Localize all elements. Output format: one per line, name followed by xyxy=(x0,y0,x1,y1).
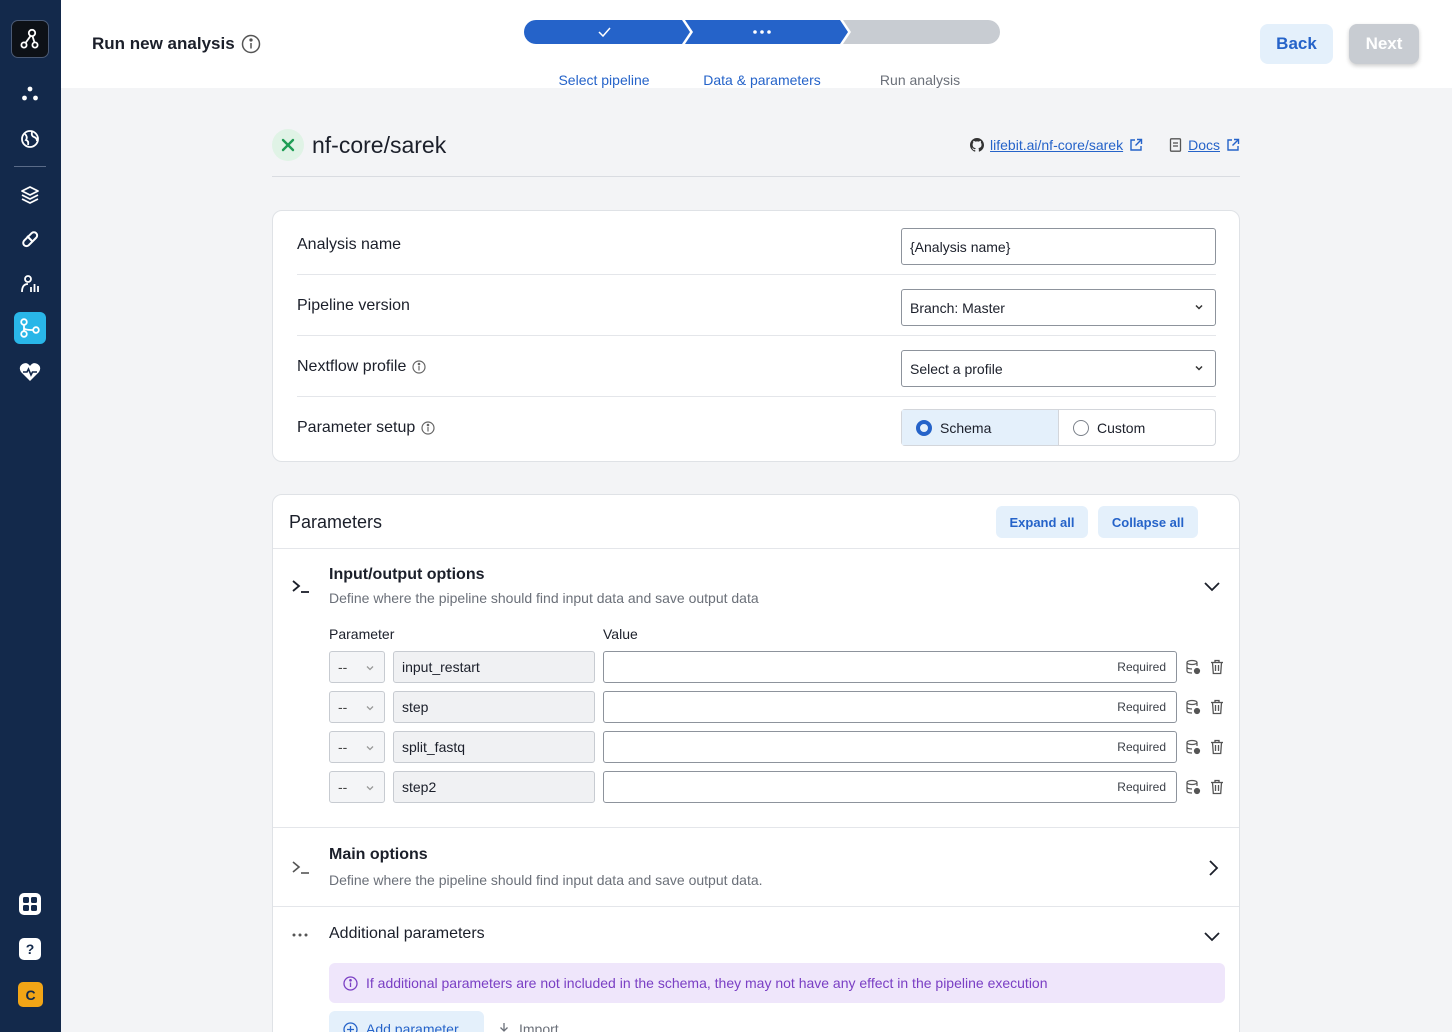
info-circle-icon xyxy=(343,975,358,991)
pipeline-version-select[interactable]: Branch: Master xyxy=(901,289,1216,326)
help-icon: ? xyxy=(19,938,41,960)
external-link-icon[interactable] xyxy=(1226,138,1240,152)
import-button[interactable]: Import xyxy=(497,1011,559,1032)
pipeline-version-label: Pipeline version xyxy=(297,297,410,314)
nodes-icon xyxy=(22,86,38,101)
progress-stepper: Select pipeline Data & parameters Run an… xyxy=(524,20,1000,88)
info-notice: If additional parameters are not include… xyxy=(329,963,1225,1003)
user-avatar[interactable]: C xyxy=(18,982,43,1007)
svg-text:?: ? xyxy=(26,941,35,957)
pipeline-name: nf-core/sarek xyxy=(312,132,447,158)
nf-core-icon xyxy=(281,138,295,152)
parameters-card: Parameters Expand all Collapse all Input… xyxy=(272,494,1240,1032)
radio-unchecked-icon xyxy=(1073,419,1089,436)
section-additional-parameters: Additional parameters If additional para… xyxy=(273,495,1239,1032)
parameter-setup-radio-group: Schema Custom xyxy=(901,409,1216,446)
next-button[interactable]: Next xyxy=(1349,24,1419,64)
pipeline-version-row: Pipeline version Branch: Master xyxy=(297,275,1216,336)
sidebar-item-layers[interactable] xyxy=(14,179,46,211)
nextflow-profile-select[interactable]: Select a profile xyxy=(901,350,1216,387)
section-title[interactable]: Additional parameters xyxy=(329,925,485,943)
parameter-setup-label: Parameter setup xyxy=(297,419,435,437)
analysis-name-label: Analysis name xyxy=(297,236,402,253)
pipeline-links: lifebit.ai/nf-core/sarek Docs xyxy=(970,137,1240,153)
sidebar-item-globe[interactable] xyxy=(14,123,46,155)
sidebar: ? C xyxy=(0,0,61,1032)
sidebar-item-apps[interactable] xyxy=(14,888,46,920)
radio-custom[interactable]: Custom xyxy=(1059,410,1215,445)
sidebar-item-pill[interactable] xyxy=(14,223,46,255)
radio-schema[interactable]: Schema xyxy=(902,410,1059,445)
chevron-down-icon[interactable] xyxy=(1203,929,1221,943)
step-segment-2 xyxy=(685,20,848,44)
more-horizontal-icon xyxy=(292,933,308,937)
radio-checked-icon xyxy=(916,419,932,436)
analysis-settings-card: Analysis name {Analysis name} Pipeline v… xyxy=(272,210,1240,462)
more-dots-icon xyxy=(753,30,771,34)
nextflow-profile-row: Nextflow profile Select a profile xyxy=(297,336,1216,397)
info-icon[interactable] xyxy=(421,421,435,435)
page-title: Run new analysis xyxy=(92,34,235,53)
step-label-select-pipeline[interactable]: Select pipeline xyxy=(524,72,684,88)
chevron-down-icon xyxy=(1195,365,1203,371)
add-parameter-button[interactable]: Add parameter xyxy=(329,1011,484,1032)
parameter-setup-row: Parameter setup Schema Custom xyxy=(297,397,1216,458)
step-label-run-analysis: Run analysis xyxy=(879,72,961,88)
sidebar-item-nodes[interactable] xyxy=(14,78,46,110)
analytics-icon xyxy=(21,275,39,293)
external-link-icon[interactable] xyxy=(1129,138,1143,152)
info-icon[interactable] xyxy=(412,360,426,374)
pipeline-badge xyxy=(272,129,304,161)
repo-link[interactable]: lifebit.ai/nf-core/sarek xyxy=(990,137,1123,153)
step-label-data-parameters[interactable]: Data & parameters xyxy=(682,72,842,88)
step-segment-3 xyxy=(843,20,1000,44)
layers-icon xyxy=(21,186,39,204)
logo-icon xyxy=(20,28,39,49)
pill-icon xyxy=(22,231,39,248)
sidebar-item-analytics[interactable] xyxy=(14,268,46,300)
sidebar-item-health[interactable] xyxy=(14,356,46,388)
back-button[interactable]: Back xyxy=(1260,24,1333,64)
plus-circle-icon xyxy=(343,1021,358,1032)
heart-icon xyxy=(19,363,41,381)
app-logo[interactable] xyxy=(11,20,49,58)
document-icon xyxy=(1169,138,1182,152)
analysis-name-input[interactable]: {Analysis name} xyxy=(901,228,1216,265)
sidebar-divider xyxy=(14,166,46,167)
docs-link[interactable]: Docs xyxy=(1188,137,1220,153)
analysis-name-row: Analysis name {Analysis name} xyxy=(297,214,1216,275)
apps-grid-icon xyxy=(19,893,41,915)
top-header: Run new analysis Select pipeline Data & … xyxy=(61,0,1452,88)
download-icon xyxy=(500,1023,508,1032)
globe-icon xyxy=(21,130,39,148)
pipeline-icon xyxy=(20,318,40,338)
chevron-down-icon xyxy=(1195,304,1203,310)
sidebar-item-pipelines[interactable] xyxy=(14,312,46,344)
nextflow-profile-label: Nextflow profile xyxy=(297,358,426,376)
sidebar-item-help[interactable]: ? xyxy=(14,933,46,965)
github-icon xyxy=(970,138,985,152)
info-icon[interactable] xyxy=(241,34,261,54)
pipeline-header: nf-core/sarek lifebit.ai/nf-core/sarek D… xyxy=(272,128,1240,177)
